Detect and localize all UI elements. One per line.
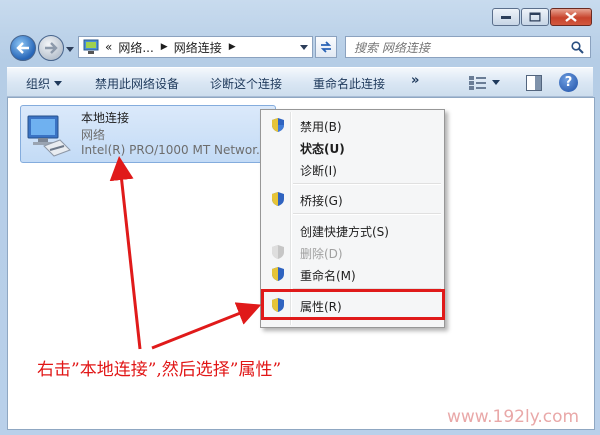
view-options-dropdown-icon[interactable] — [492, 80, 500, 86]
chevron-down-icon[interactable] — [300, 43, 308, 51]
search-icon[interactable] — [571, 41, 584, 54]
breadcrumb-network-connections[interactable]: 网络连接 — [174, 39, 222, 56]
breadcrumb-overflow[interactable]: « — [105, 40, 112, 54]
refresh-button[interactable] — [315, 36, 337, 58]
recent-pages-dropdown[interactable] — [66, 45, 74, 53]
instruction-annotation: 右击”本地连接”,然后选择”属性” — [37, 360, 282, 380]
uac-shield-icon — [272, 192, 284, 206]
network-adapter-icon — [27, 115, 71, 157]
search-box[interactable] — [345, 36, 591, 58]
breadcrumb-network[interactable]: 网络... — [118, 39, 153, 56]
uac-shield-icon — [272, 267, 284, 281]
watermark: www.192ly.com — [447, 407, 580, 427]
disable-device-button[interactable]: 禁用此网络设备 — [95, 75, 179, 92]
back-button[interactable] — [10, 35, 36, 61]
menu-item-create-shortcut[interactable]: 创建快捷方式(S) — [263, 219, 442, 241]
refresh-icon — [320, 41, 332, 53]
command-bar: 组织 禁用此网络设备 诊断这个连接 重命名此连接 » ? — [7, 67, 593, 97]
rename-connection-button[interactable]: 重命名此连接 — [313, 75, 385, 92]
connection-name: 本地连接 — [81, 111, 130, 125]
organize-menu[interactable]: 组织 — [26, 75, 63, 92]
uac-shield-icon — [272, 245, 284, 259]
help-icon[interactable]: ? — [559, 73, 578, 92]
close-button[interactable] — [550, 8, 592, 26]
menu-item-rename[interactable]: 重命名(M) — [263, 263, 442, 285]
menu-item-disable[interactable]: 禁用(B) — [263, 114, 442, 136]
minimize-icon — [501, 16, 511, 19]
uac-shield-icon — [272, 118, 284, 132]
menu-item-diagnose[interactable]: 诊断(I) — [263, 158, 442, 180]
maximize-button[interactable] — [521, 8, 549, 26]
connection-network: 网络 — [81, 128, 106, 142]
maximize-icon — [529, 12, 541, 22]
breadcrumb-separator-icon[interactable]: ▶ — [229, 42, 236, 52]
more-commands-button[interactable]: » — [411, 73, 419, 88]
properties-highlight-box — [261, 289, 445, 320]
menu-separator — [293, 213, 441, 215]
arrow-right-icon — [45, 42, 58, 54]
connection-device: Intel(R) PRO/1000 MT Networ... — [81, 143, 268, 157]
minimize-button[interactable] — [492, 8, 520, 26]
menu-item-bridge[interactable]: 桥接(G) — [263, 188, 442, 210]
search-input[interactable] — [352, 38, 566, 58]
address-bar[interactable]: « 网络... ▶ 网络连接 ▶ — [78, 36, 313, 58]
forward-button[interactable] — [38, 35, 64, 61]
diagnose-connection-button[interactable]: 诊断这个连接 — [210, 75, 282, 92]
menu-item-delete: 删除(D) — [263, 241, 442, 263]
breadcrumb-separator-icon[interactable]: ▶ — [161, 42, 168, 52]
chevron-down-icon — [54, 81, 63, 86]
network-folder-icon — [83, 39, 99, 54]
preview-pane-icon[interactable] — [526, 75, 542, 91]
close-icon — [565, 12, 577, 22]
change-view-icon[interactable] — [469, 75, 487, 91]
menu-item-status[interactable]: 状态(U) — [263, 136, 442, 158]
arrow-left-icon — [16, 42, 29, 54]
menu-separator — [293, 183, 441, 185]
local-connection-item[interactable]: 本地连接 网络 Intel(R) PRO/1000 MT Networ... — [20, 105, 276, 163]
